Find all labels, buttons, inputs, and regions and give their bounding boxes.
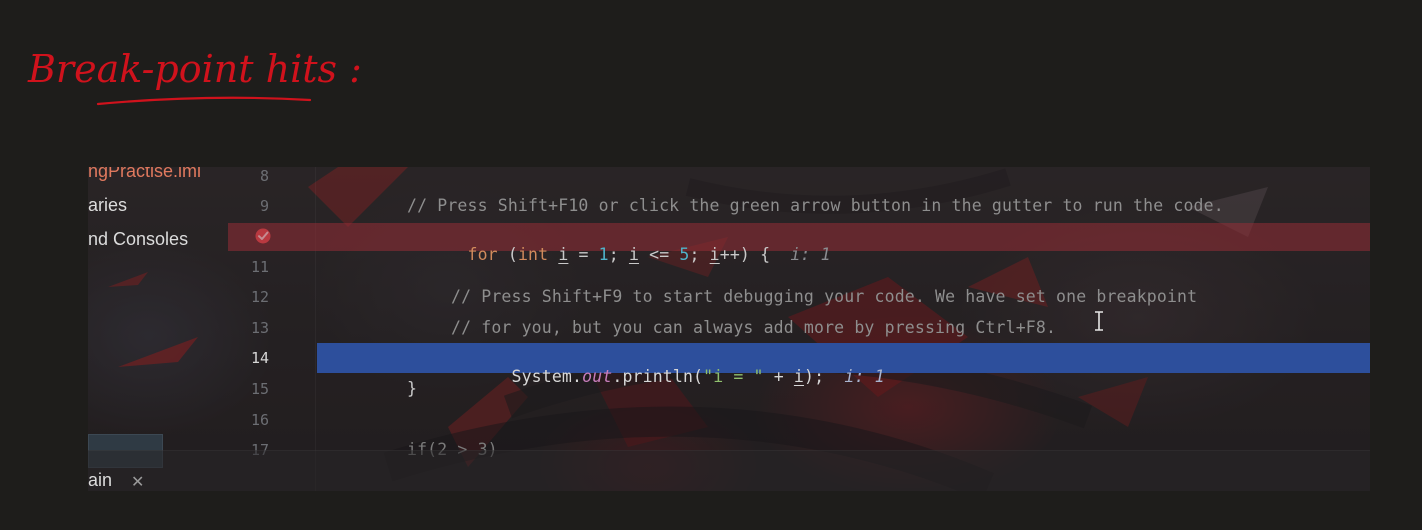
line-number: 8 <box>259 167 269 185</box>
line-number: 15 <box>250 380 269 398</box>
ide-window: ngPractise.iml aries nd Consoles 8 9 11 … <box>88 167 1370 491</box>
line-number-current: 14 <box>250 349 269 367</box>
line-number: 16 <box>250 411 269 429</box>
code-line-9: // Press Shift+F10 or click the green ar… <box>407 196 1224 215</box>
annotation-drawing: Break-point hits : <box>27 47 362 106</box>
project-pane: ngPractise.iml aries nd Consoles <box>88 167 228 491</box>
code-line-10: for (int i = 1; i <= 5; i++) { i: 1 <box>467 245 831 264</box>
handwritten-annotation: Break-point hits : <box>27 34 388 114</box>
line-number: 9 <box>259 197 269 215</box>
inline-debug-value: i: 1 <box>844 367 885 386</box>
code-line-14: System.out.println("i = " + i); i: 1 <box>511 367 885 386</box>
code-editor[interactable]: // Press Shift+F10 or click the green ar… <box>228 167 1370 491</box>
inline-debug-value: i: 1 <box>790 245 831 264</box>
tree-item-scratches-consoles[interactable]: nd Consoles <box>88 229 188 250</box>
line-number: 12 <box>250 288 269 306</box>
code-line-13: // for you, but you can always add more … <box>451 318 1057 337</box>
close-tab-icon[interactable]: ✕ <box>131 472 144 491</box>
line-number: 13 <box>250 319 269 337</box>
tool-window-tab-bar <box>88 450 1370 491</box>
annotation-underline <box>96 96 312 106</box>
run-tab-label[interactable]: ain <box>88 470 112 491</box>
tree-item-libraries[interactable]: aries <box>88 195 127 216</box>
tree-item-iml-file[interactable]: ngPractise.iml <box>88 167 201 182</box>
text-cursor-icon <box>1095 311 1103 331</box>
code-line-12: // Press Shift+F9 to start debugging you… <box>451 287 1198 306</box>
editor-gutter[interactable]: 8 9 11 12 13 14 15 16 17 <box>228 167 316 491</box>
line-number: 11 <box>250 258 269 276</box>
annotation-text: Break-point hits : <box>27 47 362 91</box>
code-line-15: } <box>407 379 418 398</box>
